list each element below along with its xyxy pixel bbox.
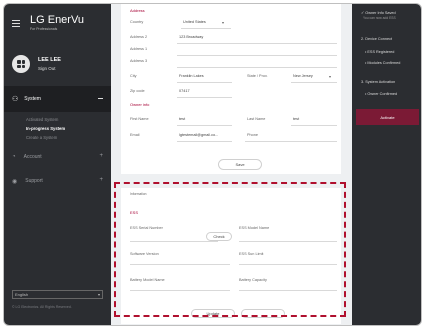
first-name-input[interactable]: test (179, 117, 185, 121)
user-name: LEE LEE (38, 57, 61, 63)
address3-label: Address 3 (130, 59, 148, 63)
activate-button[interactable]: Activate (356, 109, 419, 125)
device-connect-step: 2. Device Connect (361, 37, 393, 41)
first-name-label: First Name (130, 117, 149, 121)
phone-label: Phone (247, 133, 258, 137)
ess-registered-label: ESS Registered (367, 50, 395, 54)
chevron-down-icon: ▾ (329, 74, 332, 79)
email-input[interactable]: lgtestemail@gmail.co... (179, 133, 218, 137)
nav-activated-system[interactable]: Activated System (4, 115, 111, 124)
save-button[interactable]: Save (218, 159, 262, 170)
system-activation-step: 3. System Activation (361, 80, 396, 84)
nav-support-label: Support (25, 178, 43, 184)
brand-logo: LG EnerVu For Professionals (30, 14, 85, 32)
last-name-underline (291, 125, 337, 126)
zip-input[interactable]: 07417 (179, 89, 190, 93)
expand-icon: + (99, 177, 103, 183)
first-name-underline (177, 125, 232, 126)
sign-out-link[interactable]: Sign Out (38, 66, 61, 71)
modules-confirmed-label: Modules Confirmed (367, 61, 401, 65)
nav-system[interactable]: ⚇ System (4, 86, 111, 112)
collapse-icon (98, 98, 103, 99)
owner-info-sub: You can now add ESS (363, 16, 396, 20)
state-underline (291, 82, 337, 83)
address2-label: Address 2 (130, 35, 148, 39)
city-input[interactable]: Franklin Lakes (179, 74, 204, 78)
address2-underline (177, 55, 337, 56)
brand-subtitle: For Professionals (30, 27, 58, 31)
sidebar: LG EnerVu For Professionals LEE LEE Sign… (4, 4, 111, 325)
brand-name: LG EnerVu (30, 14, 85, 26)
last-name-label: Last Name (247, 117, 266, 121)
avatar (12, 55, 30, 73)
phone-underline (245, 141, 337, 142)
address1-value[interactable]: 123 Broadway (179, 35, 203, 39)
expand-icon: + (99, 153, 103, 159)
progress-panel: ✓ Owner Info Saved You can now add ESS 2… (352, 4, 421, 325)
people-icon: ⚇ (12, 96, 19, 103)
zip-underline (177, 97, 232, 98)
menu-icon[interactable] (12, 19, 20, 27)
country-label: Country (130, 20, 144, 24)
email-label: Email (130, 133, 140, 137)
nav-in-progress-system[interactable]: In-progress System (4, 124, 111, 133)
language-select[interactable]: English (12, 290, 103, 299)
address1-label: Address 1 (130, 47, 148, 51)
nav-create-system[interactable]: Create a System (4, 133, 111, 142)
chevron-down-icon: ▾ (222, 20, 225, 25)
owner-info-saved-step: ✓ Owner Info Saved (361, 11, 396, 15)
address3-underline (177, 67, 337, 68)
grid-icon (17, 60, 25, 68)
sidebar-header: LG EnerVu For Professionals (4, 4, 111, 42)
nav-support[interactable]: ◉ Support + (4, 169, 111, 193)
city-underline (177, 82, 232, 83)
account-icon: ◔ (12, 154, 16, 160)
owner-section-title: Owner info (130, 102, 150, 107)
state-select[interactable]: New Jersey (293, 74, 313, 78)
country-select[interactable]: United States (183, 20, 206, 24)
owner-confirmed-label: Owner Confirmed (367, 92, 398, 96)
system-info-card: Address Country United States ▾ Address … (121, 4, 341, 174)
zip-label: Zip code (130, 89, 145, 93)
country-underline (181, 28, 231, 29)
highlight-box (114, 182, 346, 317)
support-icon: ◉ (12, 178, 18, 185)
ess-registered-step: • ESS Registered (365, 50, 395, 54)
address-section-title: Address (130, 8, 145, 13)
nav-account-label: Account (23, 154, 42, 160)
address1-underline (177, 43, 337, 44)
city-label: City (130, 74, 137, 78)
state-label: State / Prov. (247, 74, 268, 78)
user-profile: LEE LEE Sign Out (4, 42, 111, 86)
nav-account[interactable]: ◔ Account + (4, 145, 111, 169)
copyright-text: © LG Electronics. All Rights Reserved. (12, 305, 72, 309)
nav-system-label: System (24, 96, 41, 102)
owner-confirmed-step: • Owner Confirmed (365, 92, 398, 96)
email-underline (177, 141, 232, 142)
last-name-input[interactable]: test (293, 117, 299, 121)
modules-confirmed-step: • Modules Confirmed (365, 61, 401, 65)
owner-info-saved-label: Owner Info Saved (365, 11, 396, 15)
